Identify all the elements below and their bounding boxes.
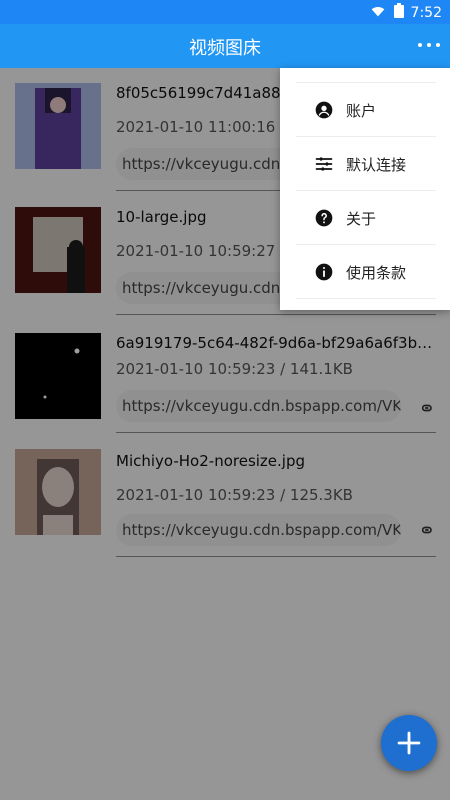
menu-divider xyxy=(296,298,436,299)
menu-item-terms[interactable]: 使用条款 xyxy=(296,246,436,298)
add-button[interactable] xyxy=(381,715,437,771)
more-menu: 账户 默认连接 关于 使用条款 xyxy=(280,68,450,310)
status-bar: 7:52 xyxy=(0,0,450,24)
app-title: 视频图床 xyxy=(189,38,261,59)
menu-item-account[interactable]: 账户 xyxy=(296,84,436,136)
menu-label-default-connection: 默认连接 xyxy=(346,155,407,174)
more-horizontal-icon[interactable] xyxy=(418,34,440,56)
menu-divider xyxy=(296,190,436,191)
info-circle-icon xyxy=(314,262,334,282)
wifi-icon xyxy=(369,3,387,23)
sliders-icon xyxy=(314,154,334,174)
menu-item-about[interactable]: 关于 xyxy=(296,192,436,244)
menu-divider xyxy=(296,82,436,83)
app-bar: 视频图床 xyxy=(0,24,450,68)
menu-divider xyxy=(296,136,436,137)
menu-label-terms: 使用条款 xyxy=(346,263,407,282)
menu-label-about: 关于 xyxy=(346,209,377,228)
status-time: 7:52 xyxy=(410,5,442,21)
status-right: 7:52 xyxy=(369,3,442,23)
account-circle-icon xyxy=(314,100,334,120)
menu-item-default-connection[interactable]: 默认连接 xyxy=(296,138,436,190)
help-circle-icon xyxy=(314,208,334,228)
menu-label-account: 账户 xyxy=(346,101,377,120)
battery-icon xyxy=(393,3,405,23)
menu-divider xyxy=(296,244,436,245)
plus-icon xyxy=(397,731,421,755)
